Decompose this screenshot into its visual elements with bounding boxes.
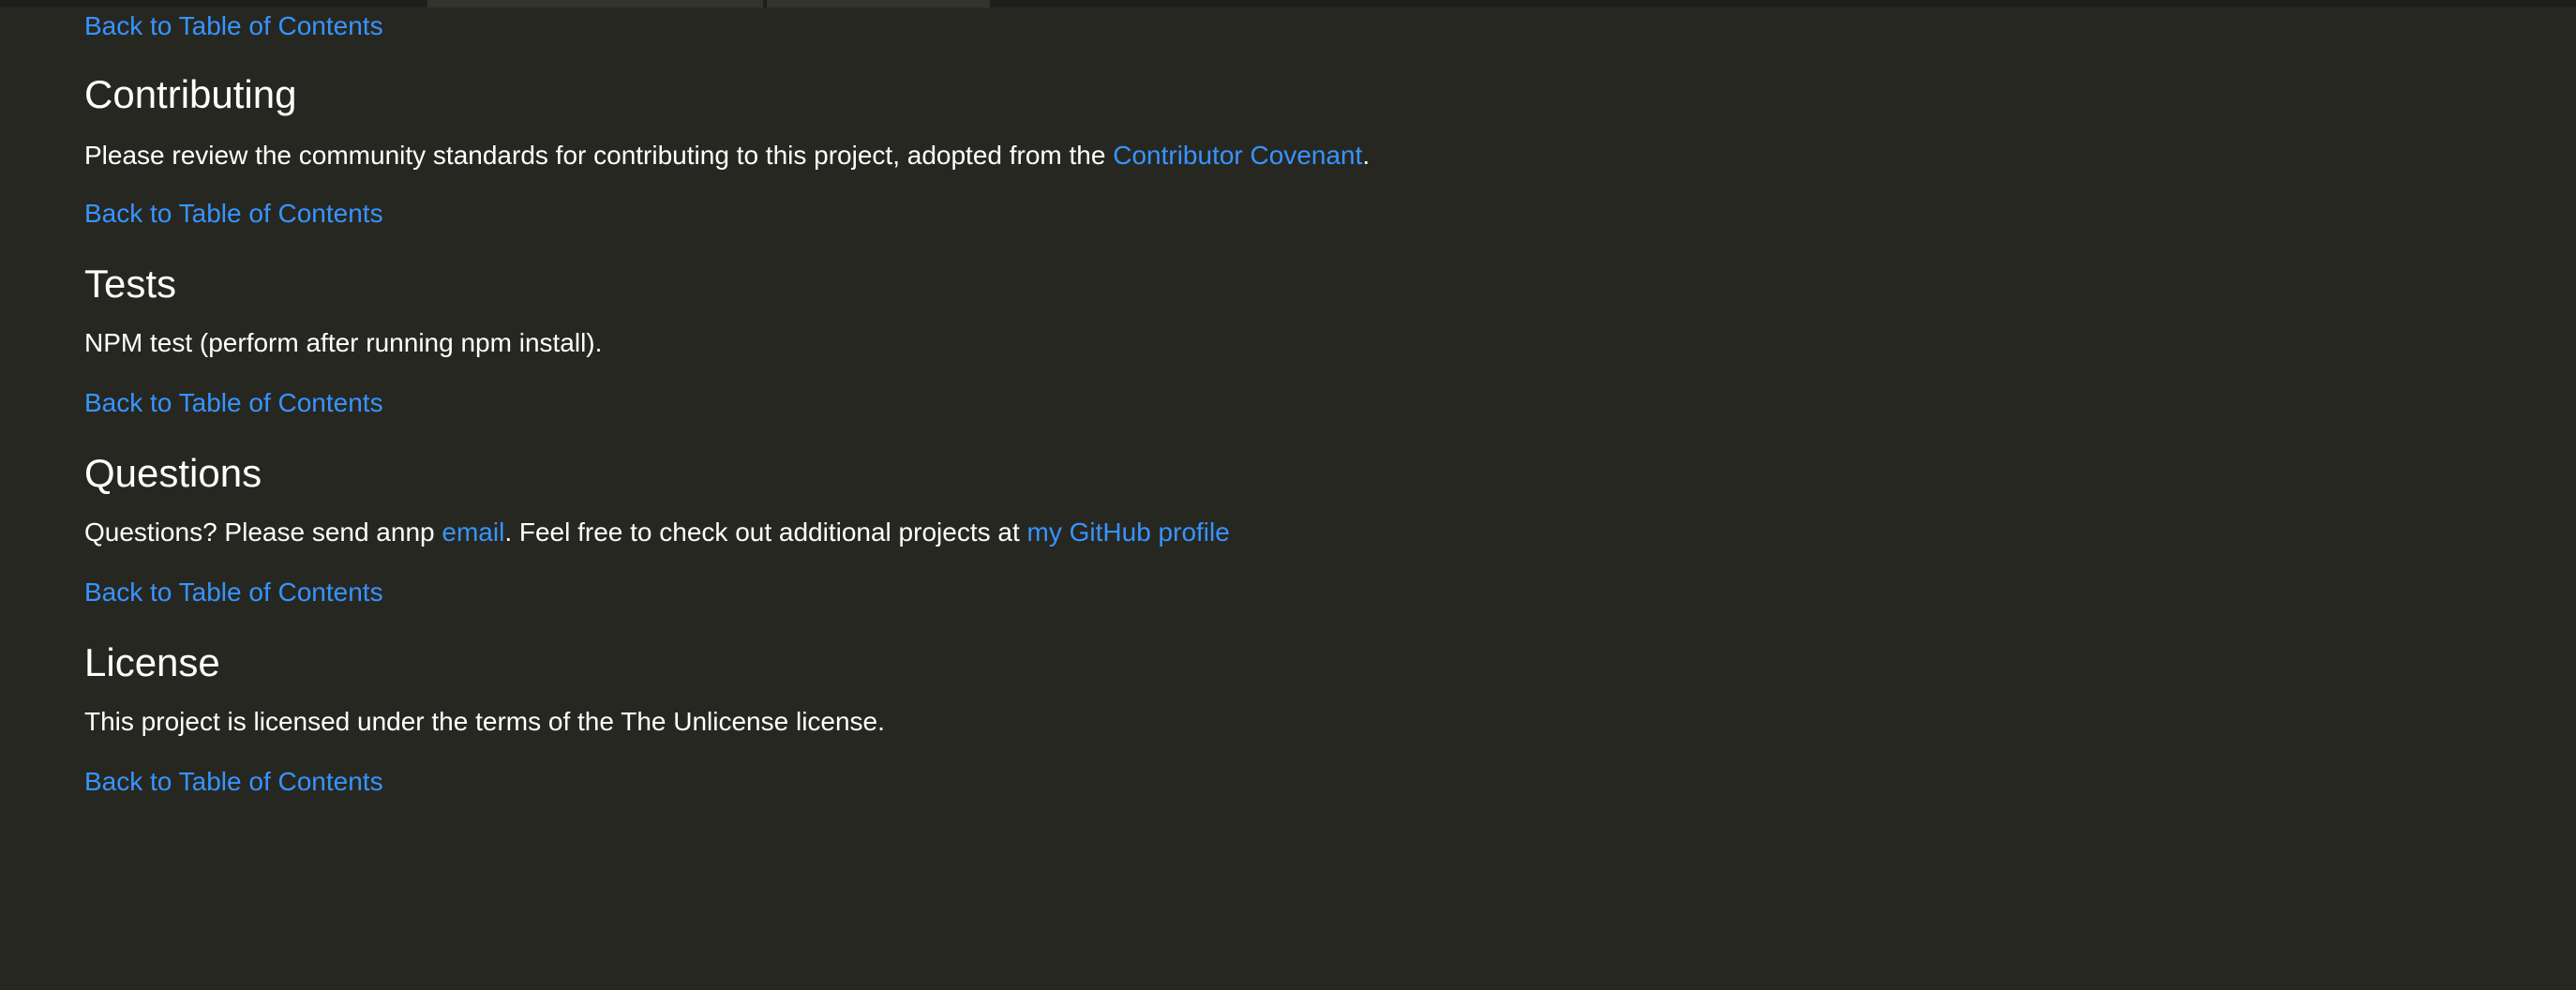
back-to-toc-link[interactable]: Back to Table of Contents [84,9,383,43]
top-tab-strip [0,0,2576,8]
tests-heading: Tests [84,262,177,306]
questions-heading: Questions [84,451,262,495]
questions-paragraph: Questions? Please send annp email. Feel … [84,516,1230,549]
back-to-toc-link[interactable]: Back to Table of Contents [84,386,383,420]
tests-paragraph: NPM test (perform after running npm inst… [84,328,603,357]
contributing-paragraph: Please review the community standards fo… [84,139,1370,172]
contributing-text: Please review the community standards fo… [84,141,1114,170]
contributing-heading: Contributing [84,72,297,116]
back-to-toc-link[interactable]: Back to Table of Contents [84,576,383,609]
license-paragraph: This project is licensed under the terms… [84,707,885,736]
email-link[interactable]: email [442,518,504,547]
back-to-toc-link[interactable]: Back to Table of Contents [84,197,383,231]
questions-text-middle: . Feel free to check out additional proj… [504,518,1027,547]
top-tab-2[interactable] [767,0,990,8]
license-heading: License [84,640,220,684]
contributing-text-end: . [1362,141,1370,170]
contributor-covenant-link[interactable]: Contributor Covenant [1113,141,1362,170]
top-tab-1[interactable] [427,0,763,8]
github-profile-link[interactable]: my GitHub profile [1027,518,1230,547]
back-to-toc-link[interactable]: Back to Table of Contents [84,765,383,799]
questions-text: Questions? Please send annp [84,518,442,547]
